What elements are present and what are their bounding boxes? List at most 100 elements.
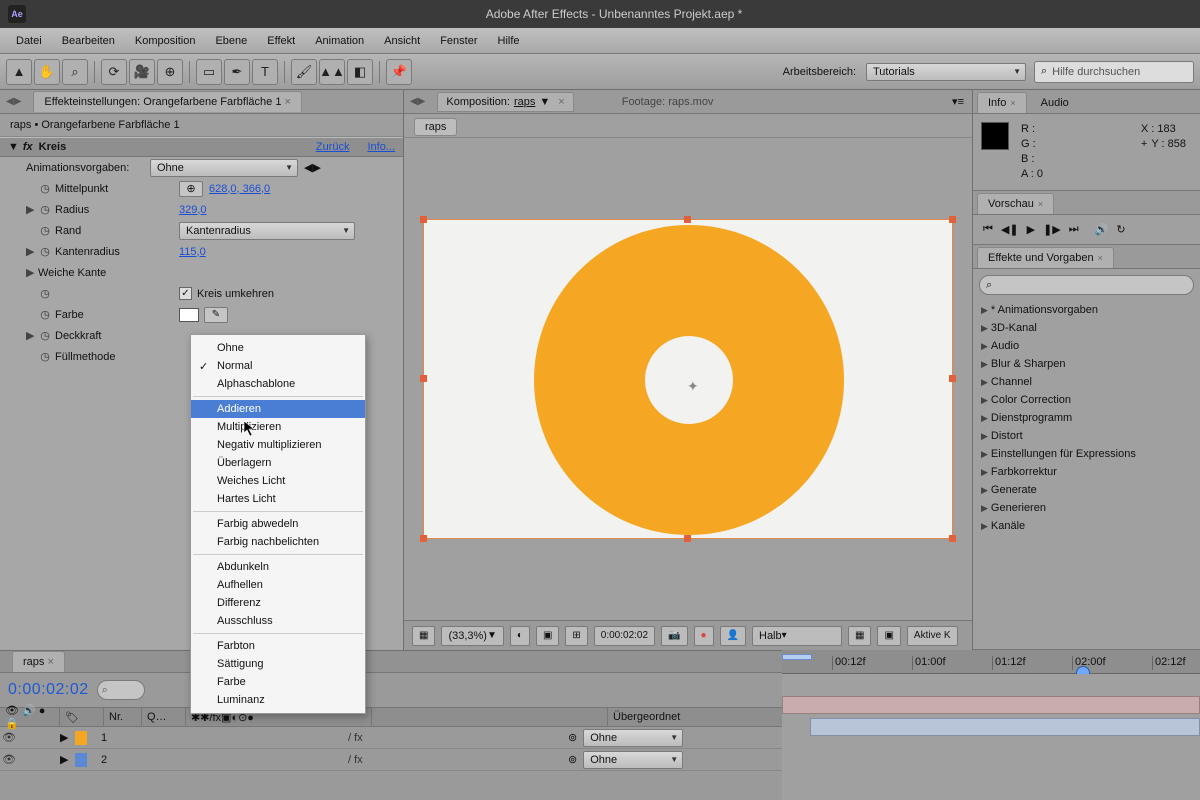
menu-fenster[interactable]: Fenster bbox=[430, 32, 487, 50]
menu-item[interactable]: Sättigung bbox=[191, 655, 365, 673]
chevron-down-icon[interactable]: ▼ bbox=[539, 96, 550, 108]
layer-bar[interactable] bbox=[810, 718, 1200, 736]
menu-item[interactable]: Ohne bbox=[191, 339, 365, 357]
category-item[interactable]: ▶* Animationsvorgaben bbox=[973, 301, 1200, 319]
crosshair-icon[interactable]: ⊕ bbox=[179, 181, 203, 197]
track-area[interactable] bbox=[782, 674, 1200, 800]
menu-effekt[interactable]: Effekt bbox=[257, 32, 305, 50]
menu-item[interactable]: Ausschluss bbox=[191, 612, 365, 630]
menu-item[interactable]: Multiplizieren bbox=[191, 418, 365, 436]
next-frame-icon[interactable]: ❚▶ bbox=[1043, 223, 1061, 236]
rectangle-tool-icon[interactable]: ▭ bbox=[196, 59, 222, 85]
menu-item[interactable]: Farbe bbox=[191, 673, 365, 691]
help-search-input[interactable]: ⌕ Hilfe durchsuchen bbox=[1034, 61, 1194, 83]
menu-item[interactable]: Luminanz bbox=[191, 691, 365, 709]
menu-hilfe[interactable]: Hilfe bbox=[488, 32, 530, 50]
disclosure-triangle-icon[interactable]: ▶ bbox=[26, 245, 36, 258]
snapshot-icon[interactable]: 📷 bbox=[661, 626, 687, 646]
menu-item[interactable]: Negativ multiplizieren bbox=[191, 436, 365, 454]
canvas[interactable]: ✦ bbox=[423, 219, 953, 539]
comp-tab-value[interactable]: raps bbox=[514, 96, 535, 108]
layer-color-swatch[interactable] bbox=[75, 753, 87, 767]
toggle-transparency-icon[interactable]: ▦ bbox=[848, 626, 871, 646]
menu-item[interactable]: Alphaschablone bbox=[191, 375, 365, 393]
radius-value[interactable]: 329,0 bbox=[179, 204, 207, 216]
category-item[interactable]: ▶Dienstprogramm bbox=[973, 409, 1200, 427]
category-item[interactable]: ▶Farbkorrektur bbox=[973, 463, 1200, 481]
parent-pickwhip-icon[interactable]: ⊚ bbox=[568, 731, 577, 744]
panel-menu-icon[interactable]: ▾≡ bbox=[952, 95, 964, 108]
audio-icon[interactable]: 🔊 bbox=[1095, 223, 1109, 236]
category-item[interactable]: ▶Audio bbox=[973, 337, 1200, 355]
workspace-dropdown[interactable]: Tutorials bbox=[866, 63, 1026, 81]
grid-icon[interactable]: ⊞ bbox=[565, 626, 587, 646]
parent-pickwhip-icon[interactable]: ⊚ bbox=[568, 753, 577, 766]
resize-handle[interactable] bbox=[420, 216, 427, 223]
timecode-display[interactable]: 0:00:02:02 bbox=[594, 626, 655, 646]
menu-item[interactable]: ✓Normal bbox=[191, 357, 365, 375]
prev-frame-icon[interactable]: ◀❚ bbox=[1001, 223, 1019, 236]
disclosure-triangle-icon[interactable]: ▶ bbox=[60, 731, 72, 744]
timeline-tab[interactable]: raps × bbox=[12, 651, 65, 672]
resize-handle[interactable] bbox=[420, 535, 427, 542]
stopwatch-icon[interactable]: ◷ bbox=[38, 329, 52, 343]
clone-tool-icon[interactable]: ▲▲ bbox=[319, 59, 345, 85]
close-icon[interactable]: × bbox=[1098, 253, 1103, 263]
stopwatch-icon[interactable]: ◷ bbox=[38, 287, 52, 301]
menu-ansicht[interactable]: Ansicht bbox=[374, 32, 430, 50]
effect-header[interactable]: ▼ fx Kreis Zurück Info... bbox=[0, 137, 403, 157]
menu-datei[interactable]: Datei bbox=[6, 32, 52, 50]
category-item[interactable]: ▶Generate bbox=[973, 481, 1200, 499]
puppet-tool-icon[interactable]: 📌 bbox=[386, 59, 412, 85]
preview-tab[interactable]: Vorschau× bbox=[977, 193, 1054, 214]
resize-handle[interactable] bbox=[949, 535, 956, 542]
view-dropdown[interactable]: Aktive K bbox=[907, 626, 958, 646]
preset-dropdown[interactable]: Ohne bbox=[150, 159, 298, 177]
zoom-tool-icon[interactable]: ⌕ bbox=[62, 59, 88, 85]
play-icon[interactable]: ▶ bbox=[1027, 223, 1035, 236]
mittelpunkt-value[interactable]: 628,0, 366,0 bbox=[209, 183, 270, 195]
resolution-half-icon[interactable]: ◐ bbox=[510, 626, 530, 646]
brush-tool-icon[interactable]: 🖌 bbox=[291, 59, 317, 85]
flowchart-tab[interactable]: raps bbox=[414, 118, 457, 136]
stopwatch-icon[interactable]: ◷ bbox=[38, 224, 52, 238]
stopwatch-icon[interactable]: ◷ bbox=[38, 245, 52, 259]
alpha-toggle-icon[interactable]: ▦ bbox=[412, 626, 435, 646]
menu-item[interactable]: Überlagern bbox=[191, 454, 365, 472]
effects-search-input[interactable]: ⌕ bbox=[979, 275, 1194, 295]
menu-item[interactable]: Weiches Licht bbox=[191, 472, 365, 490]
parent-dropdown[interactable]: Ohne bbox=[583, 729, 683, 747]
first-frame-icon[interactable]: ⏮ bbox=[983, 223, 993, 236]
category-item[interactable]: ▶Blur & Sharpen bbox=[973, 355, 1200, 373]
color-swatch[interactable] bbox=[179, 308, 199, 322]
fx-badge-icon[interactable]: fx bbox=[23, 141, 33, 153]
visibility-icon[interactable]: 👁 bbox=[0, 731, 18, 744]
category-item[interactable]: ▶Generieren bbox=[973, 499, 1200, 517]
category-item[interactable]: ▶Color Correction bbox=[973, 391, 1200, 409]
menu-item[interactable]: Farbton bbox=[191, 637, 365, 655]
eraser-tool-icon[interactable]: ◧ bbox=[347, 59, 373, 85]
resolution-full-icon[interactable]: ▣ bbox=[536, 626, 559, 646]
pan-behind-tool-icon[interactable]: ⊕ bbox=[157, 59, 183, 85]
nr-column-header[interactable]: Nr. bbox=[104, 708, 142, 726]
menu-item[interactable]: Aufhellen bbox=[191, 576, 365, 594]
viewer[interactable]: ✦ bbox=[404, 138, 972, 620]
kantenradius-value[interactable]: 115,0 bbox=[179, 246, 206, 258]
category-item[interactable]: ▶Channel bbox=[973, 373, 1200, 391]
close-icon[interactable]: × bbox=[1010, 98, 1015, 108]
disclosure-triangle-icon[interactable]: ▼ bbox=[8, 141, 19, 153]
category-item[interactable]: ▶Kanäle bbox=[973, 517, 1200, 535]
resolution-dropdown[interactable]: Halb ▾ bbox=[752, 626, 842, 646]
visibility-icon[interactable]: 👁 bbox=[0, 753, 18, 766]
layer-bar[interactable] bbox=[782, 696, 1200, 714]
region-icon[interactable]: ▣ bbox=[877, 626, 900, 646]
camera-tool-icon[interactable]: 🎥 bbox=[129, 59, 155, 85]
nav-arrows-icon[interactable]: ◀▶ bbox=[304, 161, 321, 174]
stopwatch-icon[interactable]: ◷ bbox=[38, 308, 52, 322]
loop-icon[interactable]: ↻ bbox=[1116, 223, 1125, 236]
stopwatch-icon[interactable]: ◷ bbox=[38, 350, 52, 364]
rotate-tool-icon[interactable]: ⟳ bbox=[101, 59, 127, 85]
resize-handle[interactable] bbox=[684, 535, 691, 542]
timeline-search-input[interactable]: ⌕ bbox=[97, 680, 145, 700]
timecode-display[interactable]: 0:00:02:02 bbox=[8, 681, 89, 699]
